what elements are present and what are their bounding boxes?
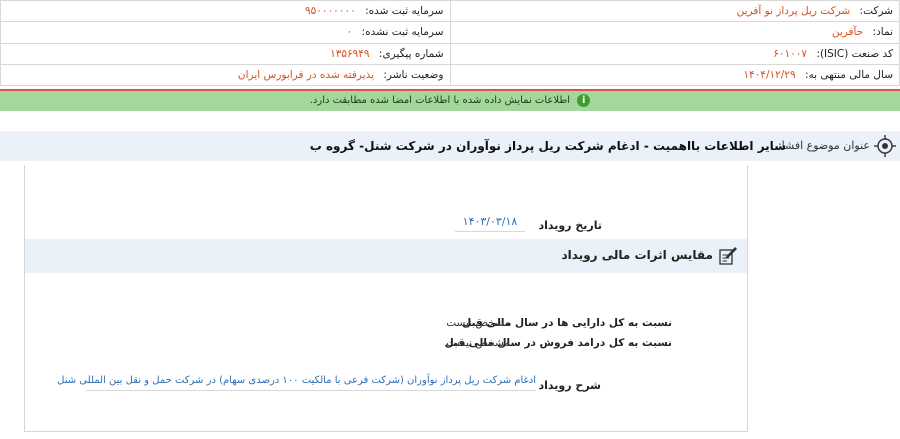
signature-notice: i اطلاعات نمایش داده شده با اطلاعات امضا… [0,91,900,111]
symbol-value[interactable]: حآفرین [832,26,863,38]
info-icon: i [577,93,591,107]
subject-label: عنوان موضوع افشا: [777,139,870,152]
event-description-label: شرح رویداد [538,379,602,392]
event-panel: تاریخ رویداد ۱۴۰۳/۰۳/۱۸ مقایس اثرات مالی… [24,165,748,432]
event-date-label: تاریخ رویداد [538,219,602,232]
registered-capital-cell: سرمایه ثبت شده: ۹۵۰۰۰۰۰۰۰ [0,0,451,23]
company-value[interactable]: شرکت ریل پرداز نو آفرین [737,5,851,17]
symbol-cell: نماد: حآفرین [449,21,900,44]
event-date-value: ۱۴۰۳/۰۳/۱۸ [455,215,525,232]
publisher-status-label: وضعیت ناشر: [383,68,444,81]
fiscal-year-value: ۱۴۰۴/۱۲/۲۹ [743,68,796,81]
event-description-value: ادغام شرکت ریل پرداز نوآوران (شرکت فرعی … [57,375,536,391]
company-label: شرکت: [859,5,893,18]
tracking-cell: شماره پیگیری: ۱۳۵۶۹۴۹ [0,42,451,65]
unregistered-capital-label: سرمایه ثبت نشده: [361,26,444,39]
financial-effects-header: مقایس اثرات مالی رویداد [25,239,747,273]
tracking-value: ۱۳۵۶۹۴۹ [330,47,370,60]
edit-icon [719,247,737,265]
company-info-table: شرکت: شرکت ریل پرداز نو آفرین سرمایه ثبت… [0,0,900,87]
isic-label: کد صنعت (ISIC): [816,47,893,60]
company-cell: شرکت: شرکت ریل پرداز نو آفرین [449,0,900,23]
fiscal-year-cell: سال مالی منتهی به: ۱۴۰۴/۱۲/۲۹ [449,63,900,87]
registered-capital-value: ۹۵۰۰۰۰۰۰۰ [304,5,356,18]
unregistered-capital-cell: سرمایه ثبت نشده: ۰ [0,21,451,44]
symbol-label: نماد: [872,26,893,39]
isic-value: ۶۰۱۰۰۷ [773,47,808,60]
fiscal-year-label: سال مالی منتهی به: [804,68,893,81]
registered-capital-label: سرمایه ثبت شده: [365,5,444,18]
revenue-ratio-value: مشخص نیست [446,337,510,349]
notice-text: اطلاعات نمایش داده شده با اطلاعات امضا ش… [309,95,571,106]
target-icon [874,135,896,157]
disclosure-subject-bar: عنوان موضوع افشا: سایر اطلاعات بااهمیت -… [0,131,900,161]
isic-cell: کد صنعت (ISIC): ۶۰۱۰۰۷ [449,42,900,65]
publisher-status-cell: وضعیت ناشر: پذیرفته شده در فرابورس ایران [0,63,451,87]
assets-ratio-value: مشخص نیست [446,317,510,329]
financial-effects-title: مقایس اثرات مالی رویداد [561,248,714,262]
publisher-status-value: پذیرفته شده در فرابورس ایران [237,68,375,81]
tracking-label: شماره پیگیری: [378,47,444,60]
unregistered-capital-value: ۰ [346,26,353,39]
subject-value: سایر اطلاعات بااهمیت - ادغام شرکت ریل پر… [309,139,786,153]
